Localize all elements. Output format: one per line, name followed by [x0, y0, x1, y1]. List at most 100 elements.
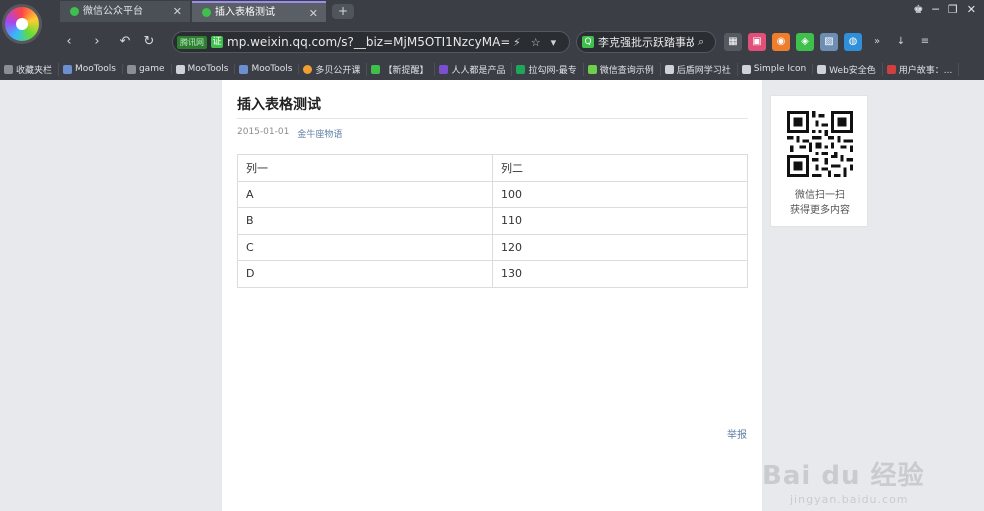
address-bar[interactable]: 腾讯网 证 mp.weixin.qq.com/s?__biz=MjM5OTI1N…	[172, 31, 570, 53]
url-text[interactable]: mp.weixin.qq.com/s?__biz=MjM5OTI1NzcyMA=…	[227, 35, 509, 49]
screenshot-icon[interactable]: ▨	[820, 33, 838, 51]
extension-pink-icon[interactable]: ▣	[748, 33, 766, 51]
lagou-icon	[516, 64, 526, 74]
menu-icon[interactable]: ≡	[916, 33, 934, 51]
download-icon[interactable]: ↓	[892, 33, 910, 51]
tab-wechat-platform[interactable]: 微信公众平台 ✕	[60, 1, 190, 22]
bookmark-item[interactable]: 拉勾网-最专	[512, 62, 584, 76]
bookmarks-bar: 收藏夹栏 MooTools game MooTools MooTools 多贝公…	[0, 60, 984, 78]
wechat-icon	[70, 7, 79, 16]
bookmark-item[interactable]: 收藏夹栏	[0, 62, 60, 76]
mootools-icon	[239, 64, 249, 74]
bookmark-item[interactable]: 微信查询示例	[584, 62, 661, 76]
trust-badge: 腾讯网	[177, 35, 207, 49]
table-row: D 130	[237, 260, 748, 288]
mootools-icon	[63, 64, 73, 74]
table-row: C 120	[237, 233, 748, 261]
close-tab-icon[interactable]: ✕	[173, 1, 182, 22]
close-tab-icon[interactable]: ✕	[309, 3, 318, 24]
wechat-demo-icon	[587, 64, 597, 74]
bookmark-item[interactable]: Web安全色	[813, 62, 883, 76]
extension-green-icon[interactable]: ◈	[796, 33, 814, 51]
bookmark-item[interactable]: 多贝公开课	[299, 62, 368, 76]
table-row: 列一 列二	[237, 154, 748, 182]
minimize-icon[interactable]: ─	[932, 3, 939, 16]
table-cell: A	[237, 180, 493, 208]
tab-active-article[interactable]: 插入表格测试 ✕	[192, 1, 326, 22]
table-cell: 120	[492, 233, 748, 261]
more-icon[interactable]: »	[868, 33, 886, 51]
apps-grid-icon[interactable]: ▦	[724, 33, 742, 51]
tab-label: 插入表格测试	[215, 7, 275, 18]
qr-caption-line: 微信扫一扫	[795, 190, 845, 201]
bookmark-item[interactable]: 人人都是产品	[435, 62, 513, 76]
reminder-icon	[371, 64, 381, 74]
undo-icon[interactable]: ↶	[114, 33, 136, 51]
toolbar: ‹ › ↶ ↻ 腾讯网 证 mp.weixin.qq.com/s?__biz=M…	[0, 26, 984, 58]
qr-code-card: 微信扫一扫 获得更多内容	[770, 95, 868, 227]
publish-date: 2015-01-01	[237, 127, 290, 137]
dropdown-icon[interactable]: ▾	[551, 36, 557, 49]
table-cell: B	[237, 207, 493, 235]
star-icon[interactable]: ☆	[531, 36, 541, 49]
bookmark-item[interactable]: 【新提醒】	[367, 62, 436, 76]
shopping-icon[interactable]: ◍	[844, 33, 862, 51]
folder-icon	[126, 64, 136, 74]
table-cell: D	[237, 260, 493, 288]
article-meta: 2015-01-01 金牛座物语	[237, 127, 342, 140]
bookmark-item[interactable]: MooTools	[172, 64, 236, 74]
qr-caption-line: 获得更多内容	[790, 205, 850, 216]
page-title: 插入表格测试	[237, 97, 321, 113]
report-link[interactable]: 举报	[727, 426, 747, 441]
tab-label: 微信公众平台	[83, 6, 143, 17]
close-window-icon[interactable]: ✕	[967, 3, 976, 16]
bookmark-item[interactable]: MooTools	[59, 64, 123, 74]
baidu-jingyan-watermark: Bai du 经验 jingyan.baidu.com	[762, 455, 982, 511]
table-cell: 列一	[237, 154, 493, 182]
extension-orange-icon[interactable]: ◉	[772, 33, 790, 51]
extension-row: ▦ ▣ ◉ ◈ ▨ ◍ » ↓ ≡	[724, 33, 934, 51]
qr-code-icon	[787, 111, 853, 177]
table-cell: 列二	[492, 154, 748, 182]
page-icon	[817, 64, 827, 74]
table-cell: C	[237, 233, 493, 261]
watermark-brand: Bai du 经验	[762, 461, 925, 491]
window-controls: ♚ ─ ❐ ✕	[913, 3, 976, 16]
duobei-icon	[303, 64, 313, 74]
folder-icon	[4, 64, 13, 74]
cert-badge: 证	[211, 36, 223, 48]
refresh-icon[interactable]: ↻	[138, 33, 160, 51]
table-cell: 100	[492, 180, 748, 208]
data-table: 列一 列二 A 100 B 110 C 120 D 130	[237, 154, 748, 288]
woshipm-icon	[439, 64, 449, 74]
title-divider	[237, 118, 748, 119]
qr-caption: 微信扫一扫 获得更多内容	[771, 188, 869, 218]
table-row: A 100	[237, 180, 748, 208]
table-cell: 130	[492, 260, 748, 288]
bookmark-item[interactable]: Simple Icon	[738, 64, 814, 74]
table-row: B 110	[237, 207, 748, 235]
bookmark-item[interactable]: 用户故事：...	[883, 62, 960, 76]
page-icon	[175, 64, 185, 74]
article-page: 插入表格测试 2015-01-01 金牛座物语 列一 列二 A 100 B 11…	[222, 80, 762, 511]
page-icon	[741, 64, 751, 74]
search-input[interactable]: 李克强批示跃踏事故	[598, 34, 694, 50]
watermark-domain: jingyan.baidu.com	[790, 493, 909, 506]
search-icon[interactable]: ⌕	[698, 35, 704, 49]
back-icon[interactable]: ‹	[58, 33, 80, 51]
search-box[interactable]: Q 李克强批示跃踏事故 ⌕	[576, 31, 716, 53]
table-cell: 110	[492, 207, 748, 235]
restore-icon[interactable]: ❐	[948, 3, 958, 16]
wechat-icon	[202, 8, 211, 17]
bookmark-item[interactable]: game	[123, 64, 172, 74]
page-icon	[664, 64, 674, 74]
account-link[interactable]: 金牛座物语	[297, 127, 342, 140]
new-tab-button[interactable]: +	[332, 4, 354, 19]
search-engine-icon: Q	[582, 36, 594, 48]
forward-icon[interactable]: ›	[86, 33, 108, 51]
bookmark-item[interactable]: MooTools	[235, 64, 300, 74]
bookmark-item[interactable]: 后盾网学习社	[661, 62, 738, 76]
lightning-icon[interactable]: ⚡	[513, 36, 521, 49]
tab-strip: 微信公众平台 ✕ 插入表格测试 ✕ + ♚ ─ ❐ ✕	[0, 0, 984, 22]
skin-icon[interactable]: ♚	[913, 3, 923, 16]
